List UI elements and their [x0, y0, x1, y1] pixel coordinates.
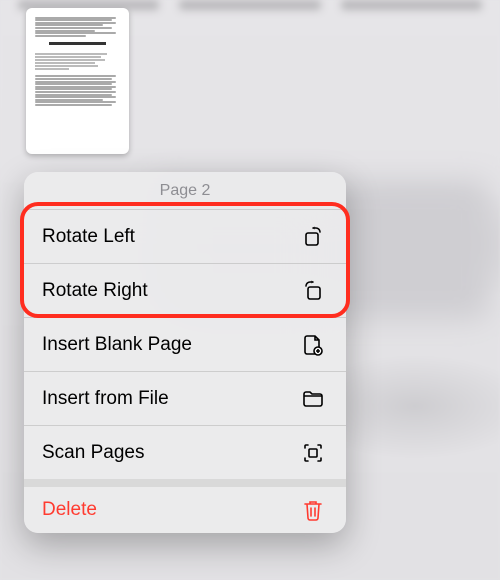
folder-icon — [300, 386, 326, 412]
menu-item-label: Insert from File — [42, 388, 169, 410]
page-thumbnail[interactable] — [26, 8, 129, 154]
scan-icon — [300, 440, 326, 466]
menu-item-label: Rotate Right — [42, 280, 148, 302]
context-menu: Page 2 Rotate Left Rotate Right Insert B… — [24, 172, 346, 533]
delete-button[interactable]: Delete — [24, 479, 346, 533]
trash-icon — [300, 497, 326, 523]
rotate-left-button[interactable]: Rotate Left — [24, 209, 346, 263]
insert-blank-page-button[interactable]: Insert Blank Page — [24, 317, 346, 371]
rotate-left-icon — [300, 224, 326, 250]
menu-item-label: Insert Blank Page — [42, 334, 192, 356]
rotate-right-icon — [300, 278, 326, 304]
menu-item-label: Rotate Left — [42, 226, 135, 248]
rotate-right-button[interactable]: Rotate Right — [24, 263, 346, 317]
page-add-icon — [300, 332, 326, 358]
menu-header: Page 2 — [24, 172, 346, 209]
scan-pages-button[interactable]: Scan Pages — [24, 425, 346, 479]
menu-item-label: Scan Pages — [42, 442, 144, 464]
menu-item-label: Delete — [42, 499, 97, 521]
insert-from-file-button[interactable]: Insert from File — [24, 371, 346, 425]
